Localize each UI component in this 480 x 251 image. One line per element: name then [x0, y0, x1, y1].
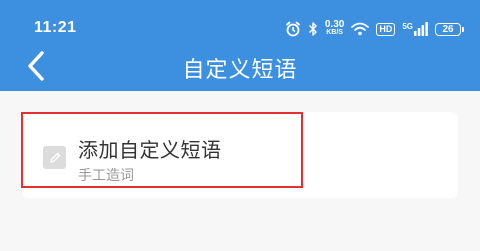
net-speed: 0.30 KB/S: [324, 19, 345, 37]
status-icons: 0.30 KB/S HD 5G 26: [285, 19, 464, 39]
add-custom-phrase-item[interactable]: 添加自定义短语 手工造词: [21, 112, 303, 188]
battery-level: 26: [435, 22, 461, 36]
page-title: 自定义短语: [182, 58, 298, 83]
status-time: 11:21: [34, 19, 77, 36]
nav-bar: 自定义短语: [0, 44, 480, 91]
status-bar: 11:21 0.30 KB/S HD 5G 26: [0, 0, 480, 44]
signal-icon: 5G: [402, 22, 428, 36]
pencil-icon: [43, 146, 66, 169]
phrase-card: 添加自定义短语 手工造词: [21, 112, 458, 198]
content-area: 添加自定义短语 手工造词: [0, 91, 480, 251]
wifi-icon: [351, 22, 370, 36]
hd-badge: HD: [376, 22, 396, 36]
app-header: 11:21 0.30 KB/S HD 5G 26 自定义短语: [0, 0, 480, 91]
net-speed-value: 0.30: [324, 19, 345, 30]
item-subtitle: 手工造词: [78, 168, 134, 184]
bluetooth-icon: [308, 21, 318, 37]
item-title: 添加自定义短语: [78, 138, 222, 162]
battery-tip: [462, 26, 464, 32]
net-speed-unit: KB/S: [326, 29, 343, 36]
signal-label: 5G: [402, 22, 413, 31]
alarm-icon: [285, 21, 301, 37]
battery-icon: 26: [435, 22, 464, 36]
